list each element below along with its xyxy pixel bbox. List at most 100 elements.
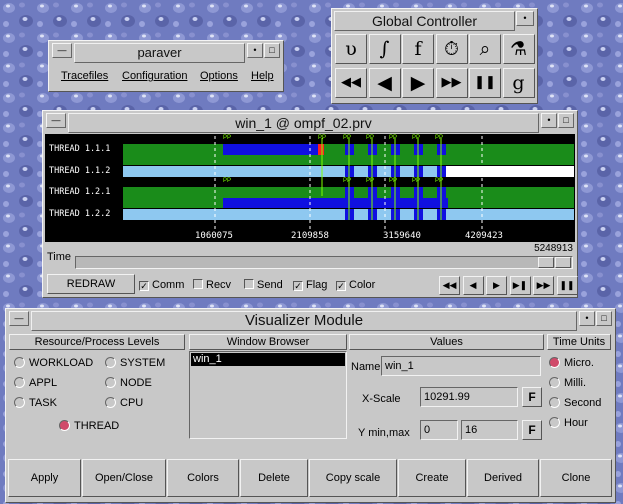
minimize-button[interactable]: •	[247, 43, 263, 58]
checkbox-icon	[244, 279, 254, 289]
timeline-title: win_1 @ ompf_02.prv	[68, 113, 539, 133]
window-browser-list[interactable]: win_1	[189, 351, 347, 439]
clone-button[interactable]: Clone	[540, 459, 612, 497]
thread-label: THREAD 1.2.1	[49, 187, 110, 197]
flag-icon: PP	[223, 178, 231, 184]
trace-view[interactable]: THREAD 1.1.1 THREAD 1.1.2 THREAD 1.2.1 THRE…	[45, 134, 575, 242]
flag-icon: PP	[435, 178, 443, 184]
level-appl[interactable]: APPL	[14, 377, 57, 389]
xscale-field[interactable]: 10291.99	[420, 387, 518, 407]
window-menu-button[interactable]: —	[9, 311, 29, 326]
paraver-title: paraver	[74, 43, 245, 63]
radio-icon	[14, 377, 25, 388]
radio-icon	[14, 357, 25, 368]
thread-label: THREAD 1.1.1	[49, 144, 110, 154]
play-icon[interactable]: ▶	[402, 68, 434, 98]
step-end-icon[interactable]: ▶❚	[509, 276, 531, 295]
unit-second[interactable]: Second	[549, 397, 601, 409]
radio-icon	[549, 397, 560, 408]
check-comm[interactable]: ✓ Comm	[139, 279, 184, 291]
name-field[interactable]: win_1	[381, 356, 541, 376]
check-color[interactable]: ✓ Color	[336, 279, 375, 291]
timeline-window: — win_1 @ ompf_02.prv • □ THREAD 1.1.1 TH…	[42, 110, 578, 298]
level-workload[interactable]: WORKLOAD	[14, 357, 93, 369]
create-button[interactable]: Create	[398, 459, 466, 497]
y-fit-button[interactable]: F	[522, 420, 542, 440]
step-back-icon[interactable]: ◀	[462, 276, 484, 295]
menu-configuration[interactable]: Configuration	[122, 70, 187, 82]
window-menu-button[interactable]: —	[46, 113, 66, 128]
level-task[interactable]: TASK	[14, 397, 57, 409]
radio-icon	[105, 397, 116, 408]
unit-hour[interactable]: Hour	[549, 417, 588, 429]
colors-button[interactable]: Colors	[167, 459, 239, 497]
g-icon[interactable]: g	[502, 68, 535, 98]
open-close-button[interactable]: Open/Close	[82, 459, 166, 497]
delete-button[interactable]: Delete	[240, 459, 308, 497]
unit-milli[interactable]: Milli.	[549, 377, 586, 389]
pause-icon[interactable]: ❚❚	[556, 276, 578, 295]
radio-selected-icon	[549, 357, 560, 368]
copy-scale-button[interactable]: Copy scale	[309, 459, 397, 497]
maximize-button[interactable]: □	[264, 43, 280, 58]
menu-tracefiles[interactable]: Tracefiles	[61, 70, 108, 82]
time-scrollbar[interactable]	[75, 256, 573, 269]
rewind-icon[interactable]: ◀◀	[439, 276, 460, 295]
options-checkboxes: ✓ Comm Recv Send ✓ Flag ✓ Color	[139, 279, 439, 295]
maximize-button[interactable]: □	[596, 311, 612, 326]
flag-icon: PP	[435, 135, 443, 141]
window-menu-button[interactable]: •	[516, 11, 534, 26]
global-controller-window: Global Controller • υ ∫ f ⏱ ⌕ ⚗ ◀◀ ◀ ▶ ▶▶ ❚❚ g	[331, 8, 538, 104]
paraver-window: — paraver • □ Tracefiles Configuration O…	[48, 40, 284, 92]
ymax-field[interactable]: 16	[461, 420, 518, 440]
level-cpu[interactable]: CPU	[105, 397, 143, 409]
scroll-thumb[interactable]	[538, 257, 554, 268]
pause-icon[interactable]: ❚❚	[469, 68, 501, 98]
step-back-icon[interactable]: ◀	[368, 68, 401, 98]
integral-icon[interactable]: ∫	[368, 34, 401, 64]
state-busy	[223, 198, 448, 208]
minimize-button[interactable]: •	[541, 113, 557, 128]
checkbox-checked-icon: ✓	[139, 281, 149, 291]
flag-icon: PP	[223, 135, 231, 141]
scroll-thumb-end[interactable]	[555, 257, 571, 268]
microscope-icon[interactable]: ⚗	[502, 34, 535, 64]
xscale-fit-button[interactable]: F	[522, 387, 542, 407]
check-recv[interactable]: Recv	[193, 279, 231, 291]
level-system[interactable]: SYSTEM	[105, 357, 165, 369]
derived-button[interactable]: Derived	[467, 459, 539, 497]
play-icon[interactable]: ▶	[486, 276, 507, 295]
check-send[interactable]: Send	[244, 279, 283, 291]
redraw-button[interactable]: REDRAW	[47, 274, 135, 294]
radio-icon	[549, 417, 560, 428]
rewind-icon[interactable]: ◀◀	[335, 68, 367, 98]
maximize-button[interactable]: □	[558, 113, 574, 128]
flag-icon: PP	[412, 135, 420, 141]
ymin-field[interactable]: 0	[420, 420, 458, 440]
levels-header: Resource/Process Levels	[9, 334, 185, 350]
state-finished	[445, 166, 574, 177]
upsilon-icon[interactable]: υ	[335, 34, 367, 64]
visualizer-title: Visualizer Module	[31, 311, 577, 331]
flag-icon: PP	[389, 135, 397, 141]
level-node[interactable]: NODE	[105, 377, 152, 389]
browser-item-win-1[interactable]: win_1	[191, 353, 345, 366]
function-icon[interactable]: f	[402, 34, 434, 64]
menu-help[interactable]: Help	[251, 70, 274, 82]
radio-selected-icon	[59, 420, 70, 431]
check-flag[interactable]: ✓ Flag	[293, 279, 327, 291]
minimize-button[interactable]: •	[579, 311, 595, 326]
checkbox-icon	[193, 279, 203, 289]
tick-label: 1060075	[195, 231, 233, 241]
window-menu-button[interactable]: —	[52, 43, 72, 58]
menu-options[interactable]: Options	[200, 70, 238, 82]
apply-button[interactable]: Apply	[8, 459, 81, 497]
unit-micro[interactable]: Micro.	[549, 357, 594, 369]
fast-forward-icon[interactable]: ▶▶	[435, 68, 468, 98]
fast-forward-icon[interactable]: ▶▶	[533, 276, 554, 295]
radio-icon	[549, 377, 560, 388]
zoom-icon[interactable]: ⌕	[469, 34, 501, 64]
stopwatch-icon[interactable]: ⏱	[435, 34, 468, 64]
tick-label: 4209423	[465, 231, 503, 241]
level-thread[interactable]: THREAD	[59, 420, 119, 432]
